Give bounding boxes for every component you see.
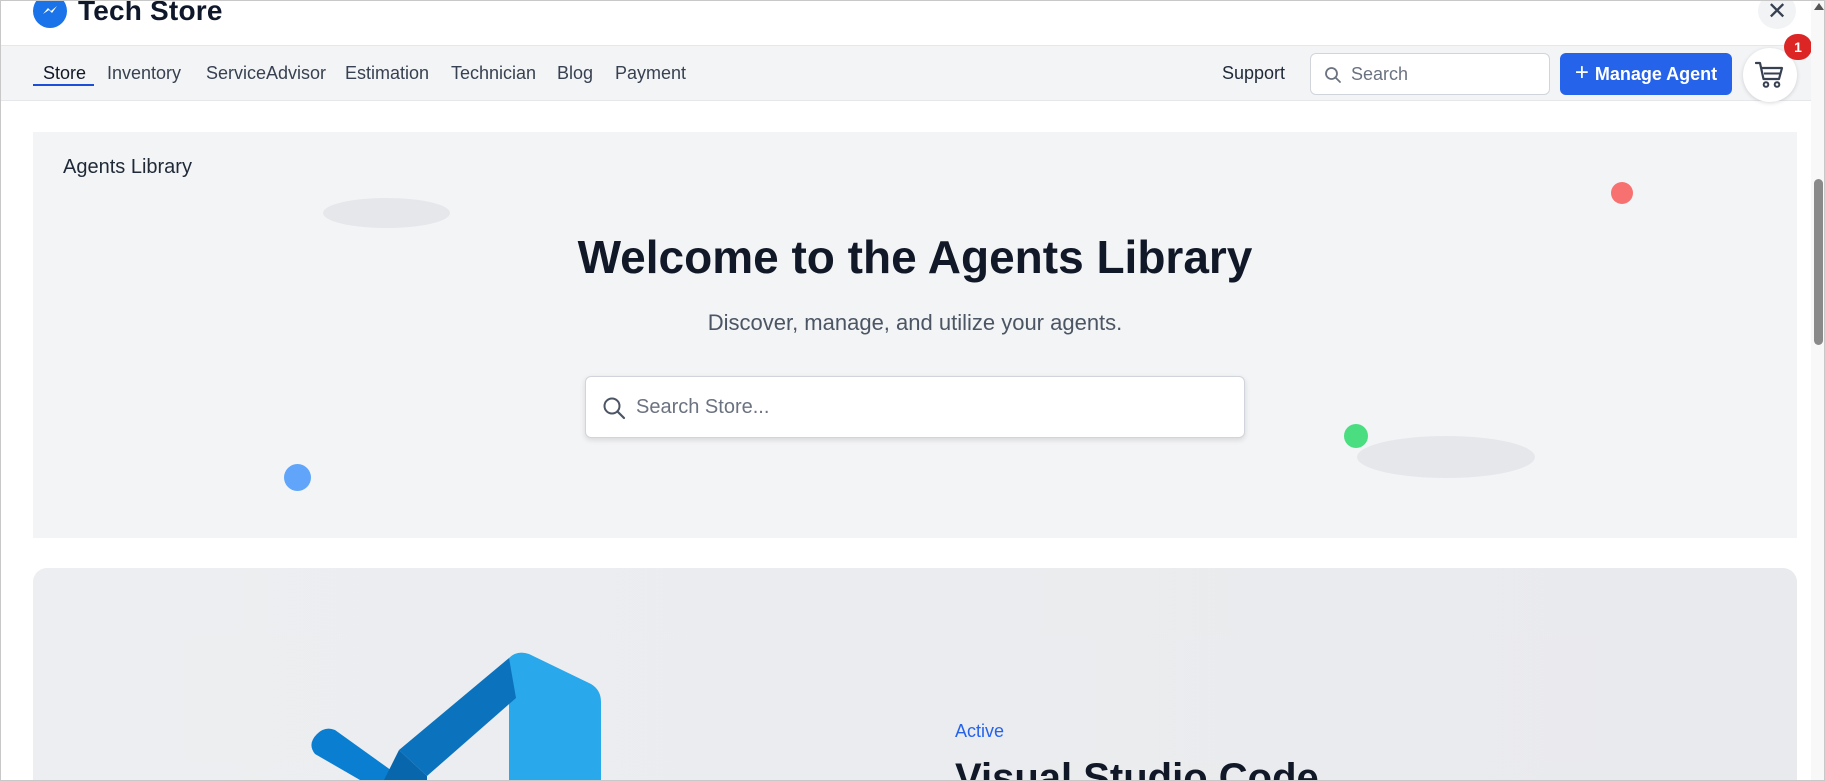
section-label: Agents Library: [63, 156, 192, 178]
scroll-thumb[interactable]: [1814, 179, 1823, 345]
decorative-dot-green: [1344, 424, 1368, 448]
title-bar: Tech Store ✕: [1, 1, 1811, 45]
close-icon: ✕: [1766, 0, 1788, 25]
page-scrollbar[interactable]: [1811, 1, 1824, 780]
nav-item-payment[interactable]: Payment: [615, 63, 686, 84]
manage-agent-button[interactable]: + Manage Agent: [1560, 53, 1732, 95]
decorative-blob: [1357, 436, 1535, 478]
store-search-box[interactable]: [585, 376, 1245, 438]
plus-icon: +: [1574, 59, 1589, 86]
nav-item-estimation[interactable]: Estimation: [345, 63, 429, 84]
top-nav: Store Inventory ServiceAdvisor Estimatio…: [1, 34, 1812, 102]
app-title: Tech Store: [78, 0, 223, 26]
nav-item-technician[interactable]: Technician: [451, 63, 536, 84]
nav-search-box[interactable]: [1310, 53, 1550, 95]
product-title: Visual Studio Code: [955, 756, 1319, 781]
cart-icon: [1755, 61, 1784, 88]
manage-agent-label: Manage Agent: [1594, 63, 1718, 84]
nav-item-blog[interactable]: Blog: [557, 63, 593, 84]
featured-agent-card[interactable]: Active Visual Studio Code: [33, 568, 1797, 781]
nav-item-store[interactable]: Store: [43, 63, 86, 84]
decorative-blob: [323, 198, 450, 228]
nav-item-inventory[interactable]: Inventory: [107, 63, 181, 84]
store-search-input[interactable]: [636, 393, 1226, 421]
status-badge: Active: [955, 721, 1005, 741]
hero-section: Agents Library Welcome to the Agents Lib…: [33, 132, 1797, 538]
vscode-logo-icon: [311, 652, 601, 780]
messenger-icon: [33, 1, 67, 28]
search-icon: [603, 397, 626, 420]
support-link[interactable]: Support: [1222, 63, 1285, 84]
close-button[interactable]: ✕: [1758, 0, 1796, 29]
hero-title: Welcome to the Agents Library: [577, 231, 1253, 283]
decorative-dot-blue: [284, 464, 311, 491]
active-tab-indicator: [33, 84, 94, 86]
nav-search-input[interactable]: [1351, 62, 1541, 86]
decorative-dot-red: [1611, 182, 1633, 204]
cart-count-badge: 1: [1784, 34, 1812, 60]
nav-item-serviceadvisor[interactable]: ServiceAdvisor: [206, 63, 326, 84]
scroll-up-arrow-icon[interactable]: [1814, 3, 1824, 10]
app-window: Tech Store ✕ Store Inventory ServiceAdvi…: [0, 0, 1825, 781]
search-icon: [1325, 67, 1341, 83]
hero-subtitle: Discover, manage, and utilize your agent…: [707, 310, 1123, 335]
